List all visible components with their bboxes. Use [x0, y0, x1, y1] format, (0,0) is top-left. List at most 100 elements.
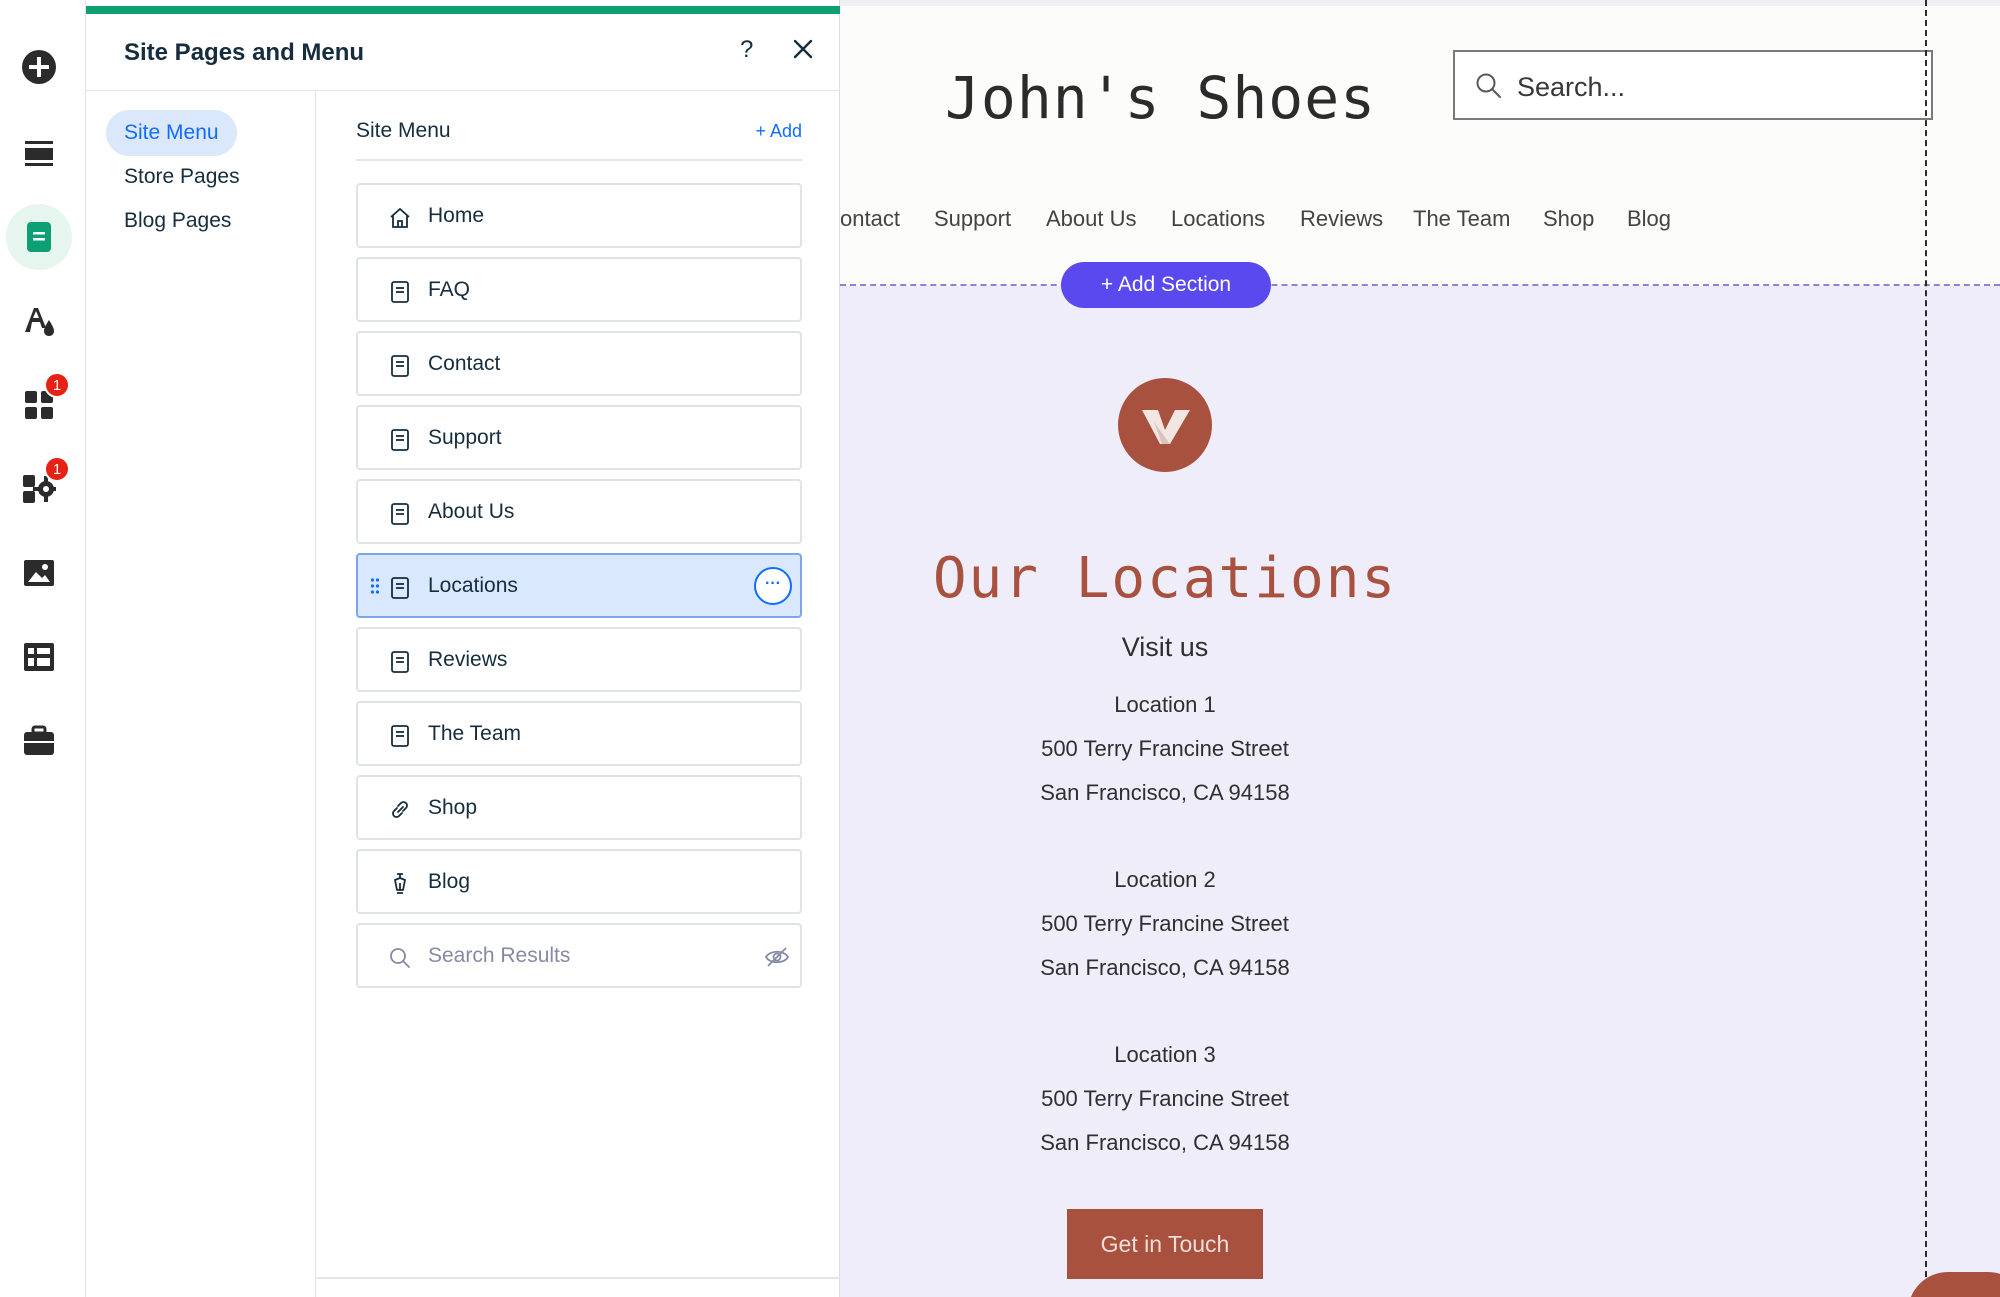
page-icon [391, 651, 409, 673]
location-city[interactable]: San Francisco, CA 94158 [840, 955, 1490, 981]
site-nav-support[interactable]: Support [934, 206, 1011, 232]
media-button[interactable] [6, 540, 72, 606]
link-icon [392, 801, 408, 818]
business-notification-badge: 1 [44, 456, 70, 482]
visit-us-text[interactable]: Visit us [840, 632, 1490, 663]
page-icon [391, 725, 409, 747]
search-placeholder: Search... [1517, 72, 1626, 102]
page-label: Contact [428, 352, 501, 375]
site-nav-about-us[interactable]: About Us [1046, 206, 1137, 232]
site-nav-the-team[interactable]: The Team [1413, 206, 1510, 232]
portfolio-button[interactable] [6, 708, 72, 774]
site-nav-reviews[interactable]: Reviews [1300, 206, 1383, 232]
nav-blog-pages[interactable]: Blog Pages [106, 198, 249, 244]
site-design-button[interactable] [6, 288, 72, 354]
page-item-support[interactable]: Support [356, 405, 802, 470]
panel-title: Site Pages and Menu [124, 39, 365, 66]
get-in-touch-button[interactable]: Get in Touch [1067, 1209, 1263, 1279]
location-street[interactable]: 500 Terry Francine Street [840, 911, 1490, 937]
page-icon [391, 281, 409, 303]
page-label: Blog [428, 870, 471, 893]
menu-header: Site Menu + Add [356, 119, 802, 161]
site-search-box[interactable]: Search... [1453, 50, 1933, 120]
site-nav-shop[interactable]: Shop [1543, 206, 1594, 232]
drag-handle-icon[interactable] [370, 577, 380, 595]
cms-button[interactable] [6, 624, 72, 690]
page-item-home[interactable]: Home [356, 183, 802, 248]
hidden-eye-icon[interactable] [764, 945, 790, 969]
page-label: The Team [428, 722, 521, 745]
site-title[interactable]: John's Shoes [945, 64, 1376, 132]
page-label: About Us [428, 500, 515, 523]
add-apps-button[interactable]: 1 [6, 372, 72, 438]
business-apps-button[interactable]: 1 [6, 456, 72, 522]
site-header[interactable]: John's Shoes Search... ontact Support Ab… [840, 6, 2000, 286]
page-item-about-us[interactable]: About Us [356, 479, 802, 544]
menu-title: Site Menu [356, 119, 451, 142]
location-street[interactable]: 500 Terry Francine Street [840, 736, 1490, 762]
search-icon [1476, 73, 1501, 98]
site-nav-contact[interactable]: ontact [840, 206, 900, 232]
nav-store-pages[interactable]: Store Pages [106, 154, 258, 200]
site-nav-blog[interactable]: Blog [1627, 206, 1671, 232]
pages-menu-button[interactable] [6, 204, 72, 270]
panel-footer-divider [316, 1277, 840, 1279]
more-actions-button[interactable]: ··· [754, 567, 792, 605]
page-item-blog[interactable]: Blog [356, 849, 802, 914]
add-icon [22, 50, 56, 84]
section-title[interactable]: Our Locations [840, 546, 1490, 611]
page-icon [391, 429, 409, 451]
page-icon [391, 503, 409, 525]
apps-notification-badge: 1 [44, 372, 70, 398]
page-icon [391, 355, 409, 377]
panel-header: Site Pages and Menu ? [86, 14, 840, 91]
location-name[interactable]: Location 3 [840, 1042, 1490, 1068]
location-city[interactable]: San Francisco, CA 94158 [840, 1130, 1490, 1156]
site-nav-locations[interactable]: Locations [1171, 206, 1265, 232]
media-icon [24, 560, 54, 586]
site-canvas: John's Shoes Search... ontact Support Ab… [840, 0, 2000, 1297]
add-page-button[interactable]: + Add [755, 121, 802, 142]
close-icon[interactable] [790, 36, 816, 62]
site-pages-panel: Site Pages and Menu ? Site Menu Store Pa… [86, 0, 840, 1297]
page-label: Support [428, 426, 502, 449]
page-item-search-results[interactable]: Search Results [356, 923, 802, 988]
page-label: Search Results [428, 944, 571, 967]
location-name[interactable]: Location 2 [840, 867, 1490, 893]
pages-icon [27, 222, 51, 252]
layout-guide-line [1925, 0, 1927, 1297]
panel-accent-bar [86, 6, 840, 14]
page-item-faq[interactable]: FAQ [356, 257, 802, 322]
page-item-reviews[interactable]: Reviews [356, 627, 802, 692]
location-city[interactable]: San Francisco, CA 94158 [840, 780, 1490, 806]
location-street[interactable]: 500 Terry Francine Street [840, 1086, 1490, 1112]
site-menu-list: Site Menu + Add Home FAQ Contact Support… [316, 91, 840, 1297]
location-name[interactable]: Location 1 [840, 692, 1490, 718]
add-section-button[interactable]: + Add Section [1061, 262, 1271, 308]
chat-widget[interactable] [1908, 1272, 2000, 1297]
left-tool-rail: 1 1 [0, 0, 86, 1297]
brand-logo[interactable] [1118, 378, 1212, 472]
page-icon [391, 577, 409, 599]
help-button[interactable]: ? [740, 36, 753, 64]
page-item-the-team[interactable]: The Team [356, 701, 802, 766]
checkmark-logo-icon [1142, 410, 1190, 444]
page-item-shop[interactable]: Shop [356, 775, 802, 840]
nav-site-menu[interactable]: Site Menu [106, 110, 237, 156]
cms-icon [24, 643, 54, 671]
page-item-contact[interactable]: Contact [356, 331, 802, 396]
portfolio-icon [24, 725, 54, 755]
theme-icon [25, 308, 54, 336]
page-label: Reviews [428, 648, 508, 671]
page-item-locations[interactable]: Locations ··· [356, 553, 802, 618]
pen-icon [394, 873, 406, 894]
sections-icon [25, 141, 53, 166]
add-section-rail-button[interactable] [6, 120, 72, 186]
page-label: Home [428, 204, 485, 227]
page-label: Shop [428, 796, 478, 819]
search-icon [390, 948, 410, 968]
add-elements-button[interactable] [6, 34, 72, 100]
panel-nav: Site Menu Store Pages Blog Pages [86, 91, 316, 1297]
home-icon [390, 207, 410, 228]
page-label: FAQ [428, 278, 471, 301]
